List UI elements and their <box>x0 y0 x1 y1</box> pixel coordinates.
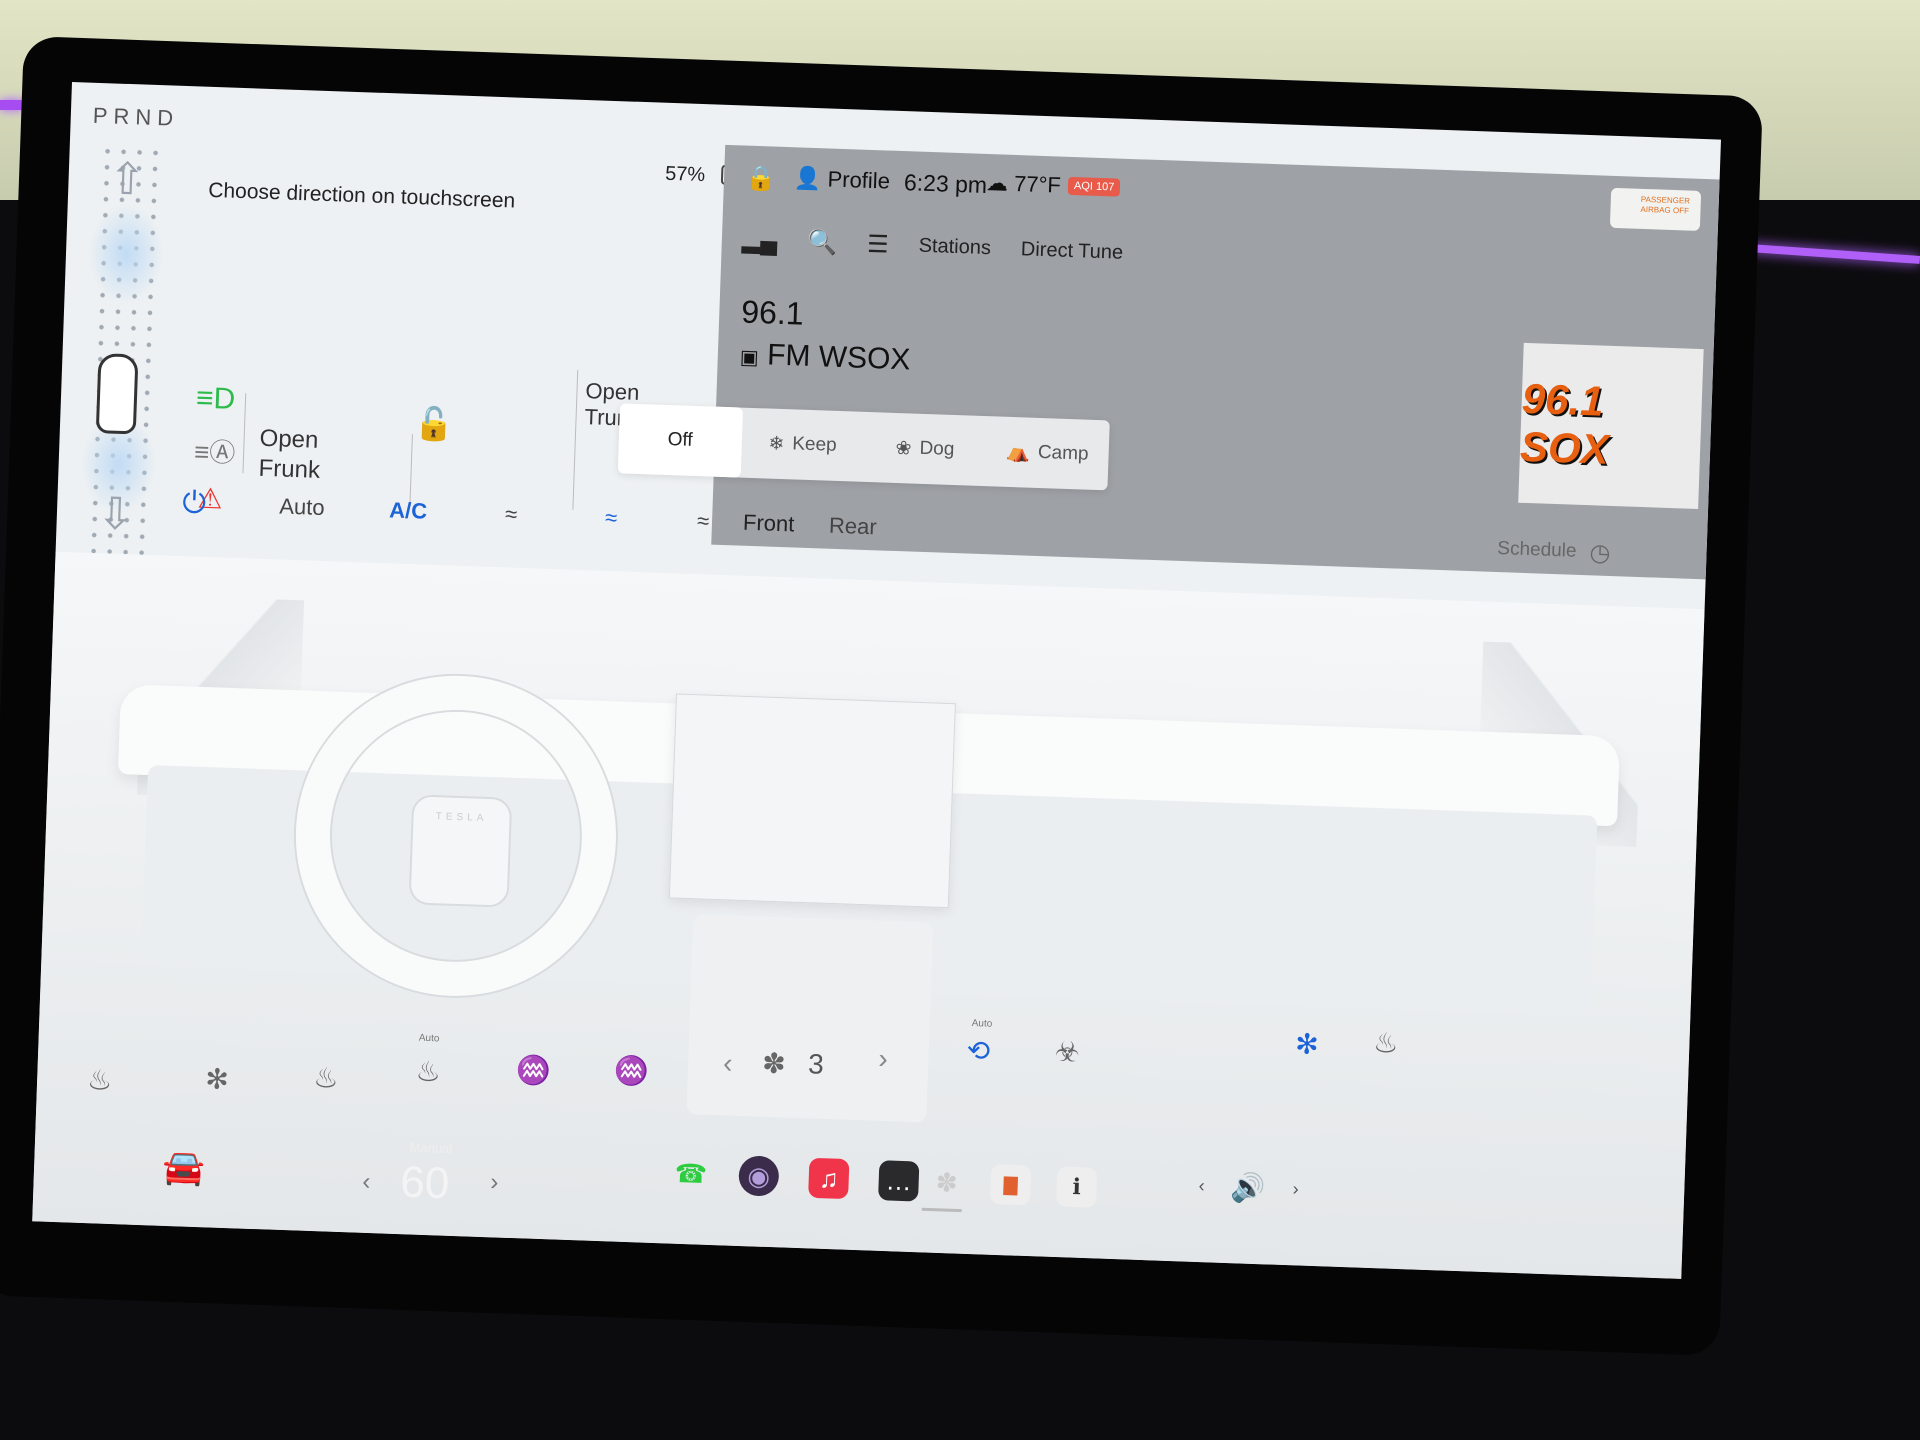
auto-headlight-icon[interactable]: ≡Ⓐ <box>194 432 236 470</box>
fan-icon: ✽ <box>761 1047 787 1080</box>
drive-hint: Choose direction on touchscreen <box>207 178 516 213</box>
car-icon[interactable]: 🚘 <box>162 1147 206 1188</box>
mode-keep-label: Keep <box>791 433 838 456</box>
volume-up-button[interactable]: › <box>1292 1179 1299 1200</box>
mode-off-label: Off <box>667 429 693 451</box>
energy-app-icon[interactable]: ▇ <box>989 1164 1032 1206</box>
seat-vent-icon[interactable]: ✻ <box>205 1062 230 1096</box>
center-console <box>686 914 934 1123</box>
schedule-button[interactable]: Schedule <box>1497 538 1577 563</box>
mode-keep[interactable]: ❄ Keep <box>740 408 865 482</box>
tab-direct-tune[interactable]: Direct Tune <box>1020 238 1123 265</box>
seat-heater-passenger-icon[interactable]: ♨ <box>1373 1026 1399 1060</box>
paw-icon: ❀ <box>895 437 912 460</box>
station-name: FM WSOX <box>766 338 911 377</box>
radio-toolbar: ▂▄ 🔍 ☰ Stations Direct Tune <box>741 225 1123 267</box>
radio-station: ▣ FM WSOX <box>739 337 911 377</box>
recirculate-icon[interactable]: ⟲ <box>966 1034 991 1068</box>
airbag-line-2: AIRBAG OFF <box>1640 204 1690 216</box>
profile-button[interactable]: 👤 Profile <box>794 165 891 194</box>
volume-down-button[interactable]: ‹ <box>1198 1175 1205 1196</box>
passenger-seat-vent-icon[interactable]: ✻ <box>1295 1027 1320 1061</box>
touchscreen: PRND ⇧ ⇩ Choose direction on touchscreen… <box>32 82 1721 1279</box>
car-top-view-icon[interactable] <box>95 353 139 435</box>
rear-defrost-icon[interactable]: ♒ <box>613 1054 649 1088</box>
station-logo-text: 96.1 SOX <box>1519 374 1610 473</box>
divider <box>242 393 247 474</box>
manual-app-icon[interactable]: ℹ <box>1055 1166 1098 1208</box>
temp-increase-button[interactable]: › <box>490 1169 499 1197</box>
wheel-heater-icon[interactable]: ♨ <box>313 1061 339 1095</box>
frunk-label-1: Open <box>259 424 319 454</box>
ac-button[interactable]: A/C <box>389 497 428 524</box>
airflow-defrost-icon[interactable]: ≈ <box>697 508 710 534</box>
person-icon: 👤 <box>793 165 822 192</box>
clock-icon[interactable]: ◷ <box>1589 538 1611 568</box>
passenger-airbag-indicator: PASSENGER AIRBAG OFF <box>1609 187 1702 231</box>
drive-forward-highlight <box>86 202 166 306</box>
rear-tab[interactable]: Rear <box>829 513 878 541</box>
clock: 6:23 pm <box>903 169 988 198</box>
fan-speed: 3 <box>807 1048 825 1080</box>
mode-camp-label: Camp <box>1037 441 1089 465</box>
cloud-icon: ☁ <box>985 169 1009 196</box>
temperature: 77°F <box>1013 170 1062 198</box>
steering-hub: TESLA <box>408 794 513 908</box>
gear-indicator: PRND <box>92 102 180 131</box>
keep-icon: ❄ <box>768 433 785 455</box>
radio-frequency: 96.1 <box>740 293 805 332</box>
temp-mode-label: Manual <box>409 1139 453 1157</box>
signal-icon[interactable]: ▂▄ <box>741 225 777 255</box>
airflow-feet-icon[interactable]: ≈ <box>605 505 618 531</box>
tab-stations[interactable]: Stations <box>918 235 991 261</box>
cabin-temperature[interactable]: 60 <box>399 1158 451 1210</box>
fan-app-icon[interactable]: ✽ <box>926 1162 967 1203</box>
lock-icon[interactable]: 🔒 <box>746 164 777 194</box>
music-icon[interactable]: ♫ <box>808 1157 850 1200</box>
active-app-indicator <box>921 1207 962 1213</box>
battery-percent: 57% <box>664 162 706 187</box>
climate-mode-selector: Off ❄ Keep ❀ Dog ⛺ Camp <box>617 403 1110 491</box>
auto-button[interactable]: Auto <box>279 494 325 522</box>
mode-dog-label: Dog <box>919 437 955 461</box>
unlock-icon[interactable]: 🔓 <box>414 404 455 443</box>
seat-heater-driver-icon[interactable]: ♨ <box>87 1063 113 1097</box>
bioweapon-mode-icon[interactable]: ☣ <box>1054 1035 1080 1069</box>
temp-decrease-button[interactable]: ‹ <box>362 1168 371 1196</box>
aqi-badge: AQI 107 <box>1067 176 1121 197</box>
center-display <box>668 693 956 909</box>
arrow-up-icon[interactable]: ⇧ <box>108 153 147 205</box>
profile-label: Profile <box>827 166 891 194</box>
mode-camp[interactable]: ⛺ Camp <box>985 416 1110 490</box>
tent-icon: ⛺ <box>1005 441 1031 464</box>
airflow-face-icon[interactable]: ≈ <box>505 501 518 527</box>
list-icon[interactable]: ☰ <box>867 230 890 260</box>
trunk-label-1: Open <box>585 378 640 405</box>
front-tab[interactable]: Front <box>743 510 795 538</box>
fan-increase-button[interactable]: › <box>878 1043 888 1075</box>
radio-icon: ▣ <box>739 346 760 370</box>
search-icon[interactable]: 🔍 <box>807 228 838 258</box>
volume-icon[interactable]: 🔊 <box>1230 1170 1266 1204</box>
front-defrost-icon[interactable]: ♒ <box>515 1053 551 1087</box>
mode-off[interactable]: Off <box>617 403 743 478</box>
weather: ☁ 77°F <box>986 170 1062 199</box>
ambient-light-left <box>0 100 24 110</box>
ambient-light-right <box>1749 244 1920 264</box>
mode-dog[interactable]: ❀ Dog <box>863 412 988 486</box>
station-logo: 96.1 SOX <box>1518 342 1704 510</box>
fan-decrease-button[interactable]: ‹ <box>723 1047 733 1079</box>
auto-tag-wheel: Auto <box>418 1032 440 1045</box>
phone-icon[interactable]: ☎ <box>670 1153 711 1194</box>
camera-icon[interactable]: ◉ <box>738 1155 780 1197</box>
headlight-icon[interactable]: ≡D <box>195 382 235 417</box>
more-apps-icon[interactable]: … <box>878 1160 920 1202</box>
steering-heat-icon[interactable]: ♨ <box>415 1055 441 1089</box>
power-icon[interactable]: ⏻ <box>182 486 207 521</box>
auto-tag-recirc: Auto <box>971 1017 993 1030</box>
